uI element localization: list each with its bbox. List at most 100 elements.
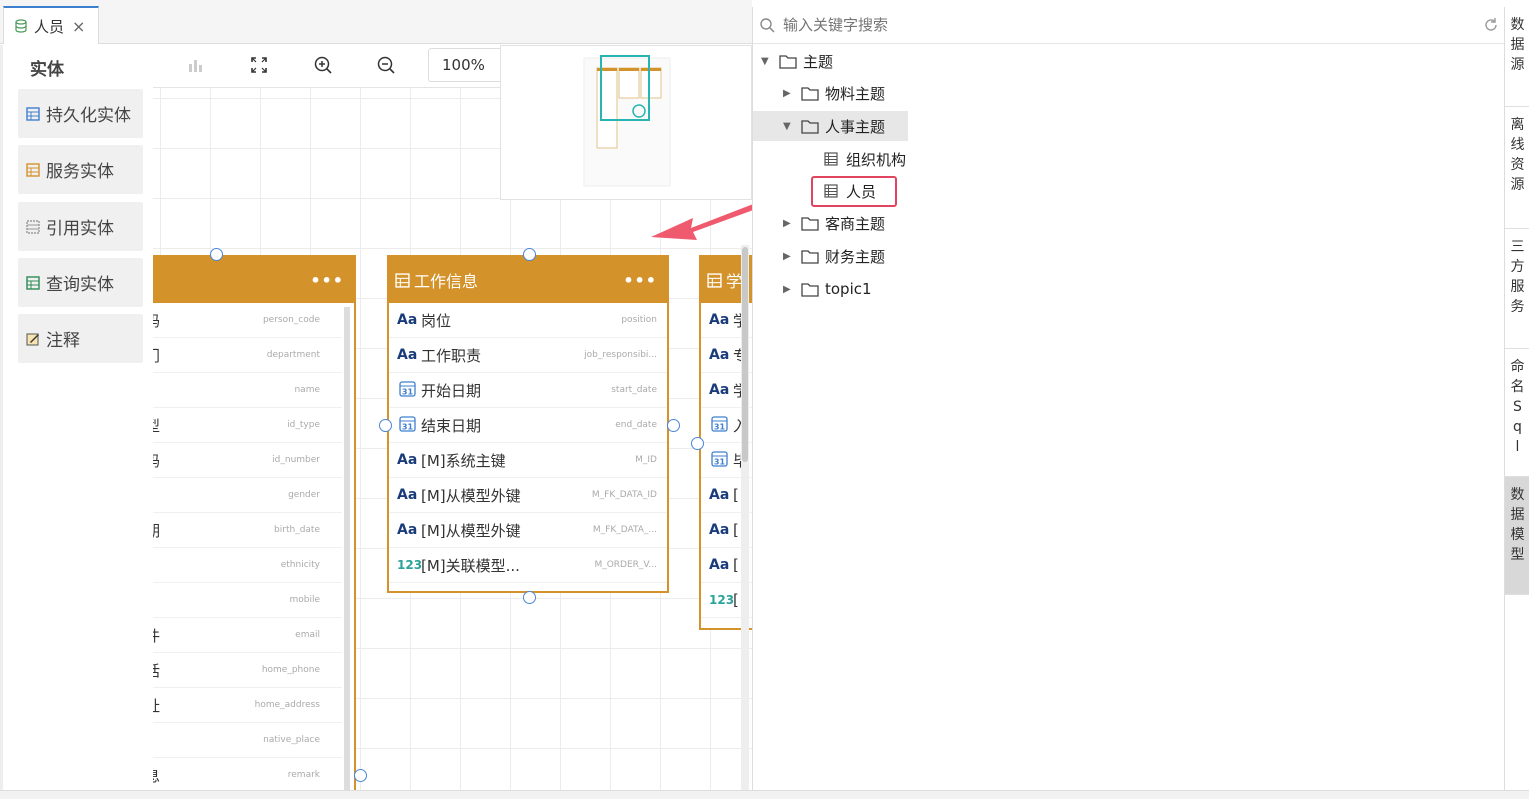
side-tab-char: 方	[1510, 259, 1525, 275]
field-code: ethnicity	[280, 560, 320, 570]
caret-down-icon[interactable]: ▼	[761, 56, 773, 67]
caret-right-icon[interactable]: ▶	[783, 88, 795, 99]
close-icon[interactable]: ×	[72, 17, 85, 36]
reference-entity-button[interactable]: 引用实体	[18, 202, 143, 251]
side-tab-char: 务	[1510, 299, 1525, 315]
model-canvas[interactable]: 100% ••• 码 person_code 门 department name 型 id_…	[153, 45, 752, 790]
side-tab-char: 名	[1510, 379, 1525, 395]
entity-work-info[interactable]: 工作信息 ••• Aa 岗位 position Aa 工作职责 job_responsib…	[387, 255, 669, 593]
entity-field-row[interactable]: Aa [M]系统主键 M_ID	[389, 443, 667, 478]
field-code: remark	[287, 770, 320, 780]
entity-table-icon	[395, 272, 410, 288]
entity-field-row[interactable]: 码 person_code	[153, 303, 342, 338]
entity-field-row[interactable]: 门 department	[153, 338, 342, 373]
connection-port[interactable]	[210, 248, 223, 261]
more-icon[interactable]: •••	[623, 271, 657, 290]
entity-field-row[interactable]: Aa 岗位 position	[389, 303, 667, 338]
side-tab-char: 服	[1510, 279, 1525, 295]
zoom-in-icon[interactable]	[313, 55, 333, 75]
side-tab-third-party[interactable]: 三方服务	[1505, 229, 1529, 349]
connection-port[interactable]	[667, 419, 680, 432]
entity-field-row[interactable]: 址 home_address	[153, 688, 342, 723]
entity-field-row[interactable]: name	[153, 373, 342, 408]
entity-field-row[interactable]: 码 id_number	[153, 443, 342, 478]
service-entity-button[interactable]: 服务实体	[18, 145, 143, 194]
persistent-entity-label: 持久化实体	[46, 106, 131, 126]
tab-bar: 人员 ×	[0, 0, 752, 44]
persistent-entity-button[interactable]: 持久化实体	[18, 89, 143, 138]
text-type-icon: Aa	[397, 452, 418, 468]
field-label: [M]从模型外键	[421, 521, 521, 540]
entity-field-row[interactable]: gender	[153, 478, 342, 513]
connection-port[interactable]	[691, 437, 704, 450]
field-label: 话	[153, 660, 160, 681]
caret-right-icon[interactable]: ▶	[783, 218, 795, 229]
entity-field-row[interactable]: 话 home_phone	[153, 653, 342, 688]
tree-node-supplier[interactable]: ▶ 客商主题	[783, 208, 885, 238]
side-tab-char: 资	[1510, 157, 1525, 173]
side-tab-datasource[interactable]: 数据源	[1505, 7, 1529, 107]
entity-field-row[interactable]: 期 birth_date	[153, 513, 342, 548]
svg-text:31: 31	[401, 387, 413, 396]
field-code: native_place	[263, 735, 320, 745]
entity-scrollbar[interactable]	[344, 307, 350, 790]
connection-port[interactable]	[523, 248, 536, 261]
caret-right-icon[interactable]: ▶	[783, 251, 795, 262]
text-type-icon: Aa	[397, 347, 418, 363]
connection-port[interactable]	[354, 769, 367, 782]
more-icon[interactable]: •••	[310, 271, 344, 290]
side-tab-offline-resource[interactable]: 离线资源	[1505, 107, 1529, 229]
field-label: 码	[153, 310, 160, 331]
field-label: 岗位	[421, 311, 452, 330]
connection-port[interactable]	[523, 591, 536, 604]
tree-node-root[interactable]: ▼ 主题	[761, 46, 833, 76]
entity-field-row[interactable]: 件 email	[153, 618, 342, 653]
tree-node-org[interactable]: 组织机构	[824, 144, 906, 174]
entity-field-row[interactable]: 息 remark	[153, 758, 342, 790]
chart-icon[interactable]	[185, 55, 205, 75]
entity-fields: Aa 岗位 position Aa 工作职责 job_responsibi... 31 开始日…	[389, 303, 667, 583]
tree-node-label: 主题	[803, 52, 834, 71]
entity-field-row[interactable]: 31 结束日期 end_date	[389, 408, 667, 443]
note-label: 注释	[46, 331, 80, 351]
tree-node-finance[interactable]: ▶ 财务主题	[783, 241, 885, 271]
query-entity-button[interactable]: 查询实体	[18, 258, 143, 307]
canvas-scrollbar-thumb[interactable]	[742, 247, 748, 462]
tree-node-hr[interactable]: ▼ 人事主题	[753, 111, 908, 141]
tree-node-topic1[interactable]: ▶ topic1	[783, 274, 872, 304]
side-tab-data-model[interactable]: 数据模型	[1505, 477, 1529, 595]
side-tab-char: 型	[1510, 547, 1525, 563]
refresh-icon[interactable]	[1483, 17, 1499, 33]
field-label: 门	[153, 345, 160, 366]
entity-field-row[interactable]: Aa 工作职责 job_responsibi...	[389, 338, 667, 373]
tree-search-input[interactable]	[783, 16, 1383, 34]
entity-field-row[interactable]: Aa [M]从模型外键 M_FK_DATA_ID	[389, 478, 667, 513]
caret-down-icon[interactable]: ▼	[783, 121, 795, 132]
entity-field-row[interactable]: native_place	[153, 723, 342, 758]
side-tab-char: 源	[1510, 57, 1525, 73]
tab-person[interactable]: 人员 ×	[3, 6, 99, 44]
zoom-out-icon[interactable]	[376, 55, 396, 75]
note-button[interactable]: 注释	[18, 314, 143, 363]
entity-person[interactable]: ••• 码person_code门departmentname型id_type码…	[153, 255, 356, 790]
field-code: home_address	[254, 700, 320, 710]
fullscreen-icon[interactable]	[249, 55, 269, 75]
minimap[interactable]	[500, 45, 752, 200]
field-label: 结束日期	[421, 416, 482, 435]
connection-port[interactable]	[379, 419, 392, 432]
entity-field-row[interactable]: 31 开始日期 start_date	[389, 373, 667, 408]
caret-right-icon[interactable]: ▶	[783, 284, 795, 295]
entity-field-row[interactable]: 型 id_type	[153, 408, 342, 443]
field-label: [	[733, 521, 739, 539]
tree-node-material[interactable]: ▶ 物料主题	[783, 78, 885, 108]
side-tab-char: 数	[1510, 17, 1525, 33]
entity-field-row[interactable]: mobile	[153, 583, 342, 618]
entity-field-row[interactable]: 123 [M]关联模型... M_ORDER_V...	[389, 548, 667, 583]
field-code: end_date	[615, 420, 657, 430]
annotation-arrow	[651, 204, 752, 240]
folder-icon	[801, 119, 819, 134]
entity-field-row[interactable]: ethnicity	[153, 548, 342, 583]
side-tab-named-sql[interactable]: 命名Sql	[1505, 349, 1529, 477]
entity-field-row[interactable]: Aa [M]从模型外键 M_FK_DATA_...	[389, 513, 667, 548]
field-code: home_phone	[261, 665, 320, 675]
